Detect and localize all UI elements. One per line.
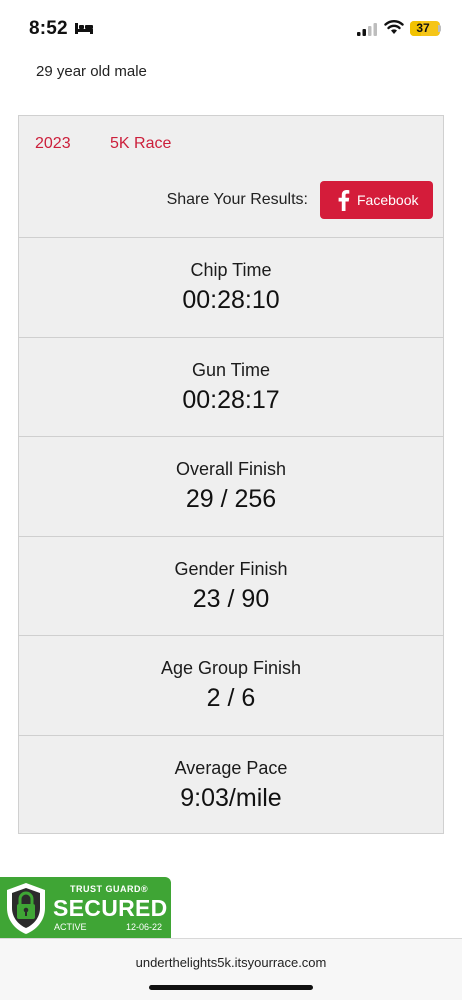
battery-cap	[438, 25, 441, 32]
status-bar: 8:52 37	[0, 0, 462, 58]
stat-label: Overall Finish	[175, 459, 287, 480]
stat-value: 2 / 6	[206, 684, 256, 713]
stat-label: Age Group Finish	[160, 658, 302, 679]
participant-subtitle: 29 year old male	[36, 63, 147, 80]
facebook-button-label: Facebook	[357, 192, 419, 208]
status-time: 8:52	[29, 18, 68, 39]
home-indicator[interactable]	[149, 985, 313, 990]
stat-label: Gun Time	[191, 359, 271, 380]
race-year: 2023	[35, 135, 71, 152]
stat-label: Average Pace	[174, 757, 288, 778]
url-text[interactable]: underthelights5k.itsyourrace.com	[0, 955, 462, 970]
browser-url-bar[interactable]: underthelights5k.itsyourrace.com	[0, 938, 462, 1000]
cellular-signal-icon	[357, 23, 377, 36]
wifi-icon	[384, 20, 404, 34]
facebook-share-button[interactable]: Facebook	[320, 181, 433, 219]
stat-value: 00:28:10	[182, 286, 280, 314]
facebook-f-icon	[338, 190, 350, 211]
badge-date: 12-06-22	[126, 922, 163, 932]
race-name: 5K Race	[110, 135, 172, 152]
stat-label: Gender Finish	[174, 558, 288, 579]
stats-list: Chip Time 00:28:10 Gun Time 00:28:17 Ove…	[18, 237, 444, 835]
stat-value: 23 / 90	[192, 584, 270, 613]
results-panel: 2023 5K Race Share Your Results: Faceboo…	[18, 115, 444, 834]
share-label: Share Your Results:	[166, 191, 308, 208]
stat-value: 9:03/mile	[180, 783, 282, 812]
bed-icon	[75, 23, 93, 34]
trust-guard-badge[interactable]: TRUST GUARD® SECURED ACTIVE 12-06-22	[0, 877, 171, 939]
stat-chip-time: Chip Time 00:28:10	[18, 237, 444, 337]
badge-status: ACTIVE	[54, 922, 87, 932]
stat-label: Chip Time	[190, 260, 272, 280]
stat-age-group-finish: Age Group Finish 2 / 6	[18, 635, 444, 735]
shield-lock-icon	[7, 883, 45, 934]
badge-main-text: SECURED	[53, 895, 168, 921]
stat-value: 00:28:17	[182, 385, 280, 414]
battery-icon: 37	[410, 21, 440, 36]
stat-overall-finish: Overall Finish 29 / 256	[18, 436, 444, 536]
battery-percent: 37	[416, 21, 430, 35]
stat-gender-finish: Gender Finish 23 / 90	[18, 535, 444, 636]
stat-value: 29 / 256	[185, 485, 277, 514]
stat-average-pace: Average Pace 9:03/mile	[18, 734, 444, 835]
stat-gun-time: Gun Time 00:28:17	[18, 336, 444, 437]
badge-top-text: TRUST GUARD®	[70, 884, 149, 894]
